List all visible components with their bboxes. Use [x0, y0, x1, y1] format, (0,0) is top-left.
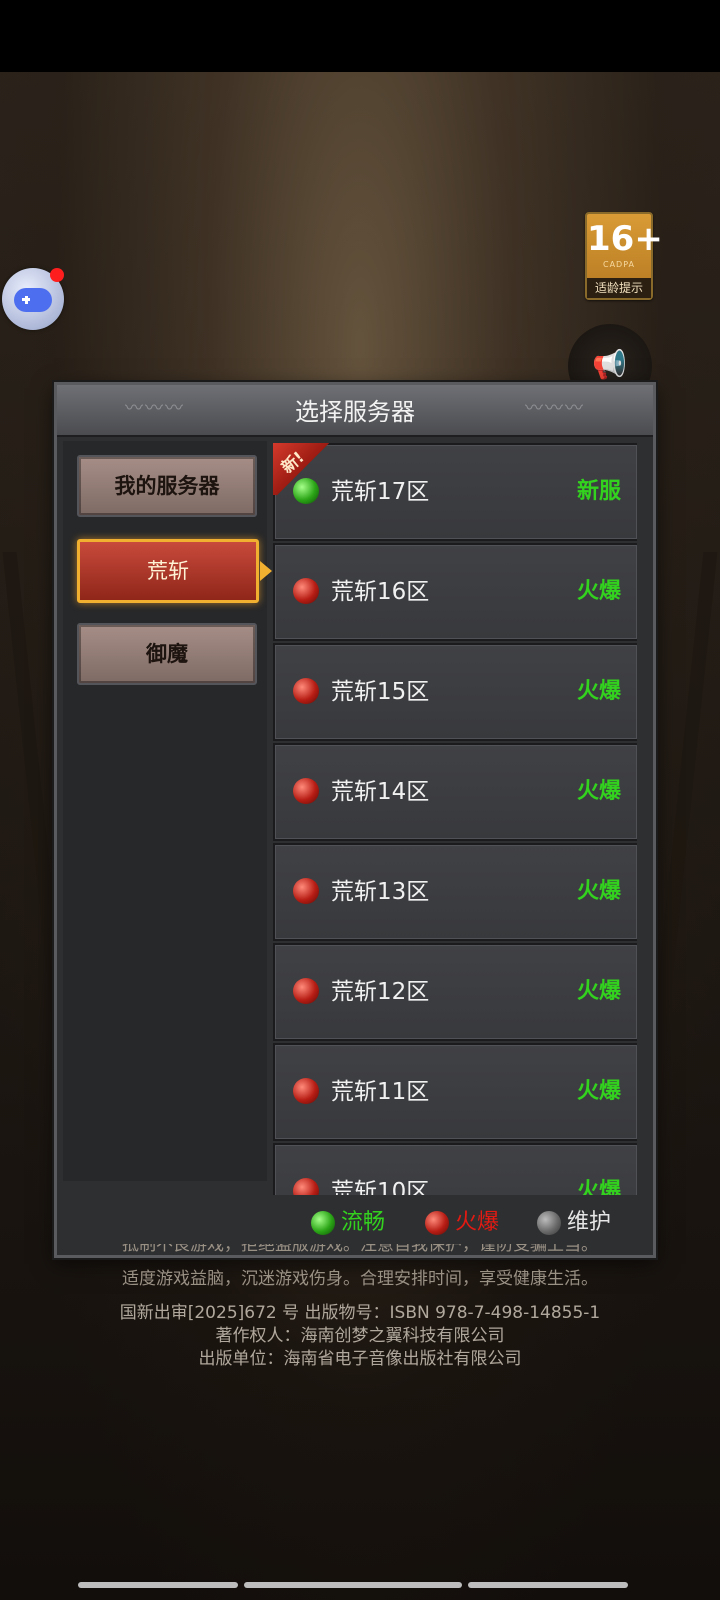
status-indicator-icon	[293, 678, 319, 704]
status-indicator-icon	[293, 778, 319, 804]
server-row[interactable]: 荒斩15区 火爆	[273, 643, 637, 741]
server-name: 荒斩15区	[331, 679, 430, 705]
server-name: 荒斩11区	[331, 1079, 430, 1105]
server-name: 荒斩13区	[331, 879, 430, 905]
copyright-holder-line: 著作权人：海南创梦之翼科技有限公司	[215, 1326, 505, 1346]
server-status: 新服	[576, 479, 621, 504]
publish-approval-line: 国新出审[2025]672 号 出版物号：ISBN 978-7-498-1485…	[119, 1303, 601, 1323]
dragon-ornament-right-icon: 〰︎〰︎〰︎	[525, 398, 585, 419]
status-indicator-icon	[293, 578, 319, 604]
age-rating-badge[interactable]: 16+ CADPA 适龄提示	[585, 212, 663, 300]
server-status: 火爆	[576, 979, 621, 1004]
server-row[interactable]: 荒斩17区 新服 新!	[273, 443, 637, 541]
status-indicator-icon	[293, 878, 319, 904]
server-group-sidebar: 我的服务器 荒斩 御魔	[63, 441, 272, 1181]
legend-label: 流畅	[341, 1210, 386, 1235]
status-indicator-icon	[293, 1178, 319, 1195]
floating-gamepad-button[interactable]	[2, 268, 64, 330]
server-status: 火爆	[576, 579, 621, 604]
server-row[interactable]: 荒斩12区 火爆	[273, 943, 637, 1041]
red-indicator-icon	[425, 1211, 449, 1235]
grey-indicator-icon	[537, 1211, 561, 1235]
server-name: 荒斩12区	[331, 979, 430, 1005]
panel-header: 〰︎〰︎〰︎ 选择服务器 〰︎〰︎〰︎	[57, 385, 653, 437]
server-list[interactable]: 荒斩17区 新服 新! 荒斩16区 火爆 荒斩15区 火爆 荒斩14区 火爆 荒…	[273, 443, 637, 1195]
age-rating-text: 16+	[587, 219, 663, 259]
server-row[interactable]: 荒斩13区 火爆	[273, 843, 637, 941]
tab-huangzhan[interactable]: 荒斩	[77, 539, 272, 603]
server-row[interactable]: 荒斩10区 火爆	[273, 1143, 637, 1195]
age-tip-label: 适龄提示	[587, 278, 651, 298]
legend-label: 维护	[567, 1210, 612, 1235]
status-bar	[0, 0, 720, 72]
server-select-panel: 〰︎〰︎〰︎ 选择服务器 〰︎〰︎〰︎ 我的服务器 荒斩 御魔 荒斩17区 新服…	[54, 382, 656, 1258]
new-server-ribbon: 新!	[273, 443, 333, 495]
status-indicator-icon	[293, 978, 319, 1004]
server-status: 火爆	[576, 879, 621, 904]
server-name: 荒斩10区	[331, 1179, 430, 1195]
nav-indicator-right[interactable]	[468, 1582, 628, 1588]
notification-dot	[50, 268, 64, 282]
server-row[interactable]: 荒斩14区 火爆	[273, 743, 637, 841]
publisher-line: 出版单位：海南省电子音像出版社有限公司	[198, 1349, 522, 1369]
server-status: 火爆	[576, 779, 621, 804]
nav-indicator-left[interactable]	[78, 1582, 238, 1588]
status-legend: 流畅 火爆 维护	[273, 1197, 637, 1249]
gamepad-icon	[14, 288, 52, 312]
health-notice-line2: 适度游戏益脑，沉迷游戏伤身。合理安排时间，享受健康生活。	[122, 1269, 598, 1289]
server-name: 荒斩16区	[331, 579, 430, 605]
nav-indicator-center[interactable]	[244, 1582, 462, 1588]
tab-yumo[interactable]: 御魔	[77, 623, 257, 685]
legend-label: 火爆	[455, 1210, 500, 1235]
server-name: 荒斩17区	[331, 479, 430, 505]
age-rating-org: CADPA	[602, 260, 635, 269]
health-notice-text: 抵制不良游戏，拒绝盗版游戏。注意自我保护，谨防受骗上当。	[122, 1244, 598, 1255]
server-status: 火爆	[576, 1079, 621, 1104]
server-status: 火爆	[576, 1179, 621, 1195]
server-row[interactable]: 荒斩11区 火爆	[273, 1043, 637, 1141]
server-row[interactable]: 荒斩16区 火爆	[273, 543, 637, 641]
server-name: 荒斩14区	[331, 779, 430, 805]
health-notice-line1: 抵制不良游戏，拒绝盗版游戏。注意自我保护，谨防受骗上当。	[0, 1244, 720, 1258]
tab-my-servers[interactable]: 我的服务器	[77, 455, 257, 517]
green-indicator-icon	[311, 1211, 335, 1235]
megaphone-icon: 📢	[592, 348, 627, 381]
status-indicator-icon	[293, 1078, 319, 1104]
server-status: 火爆	[576, 679, 621, 704]
new-tag-label: 新!	[277, 447, 308, 477]
